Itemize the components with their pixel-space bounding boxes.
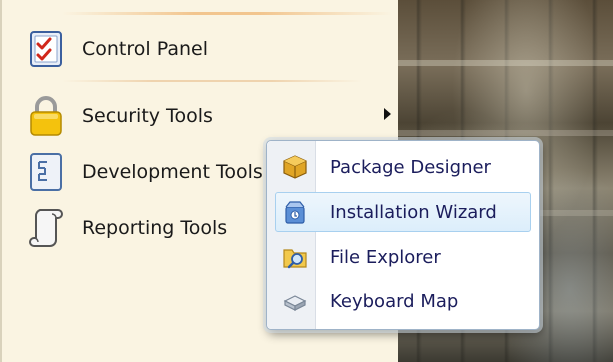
keyboard-key-icon bbox=[278, 284, 312, 318]
menu-separator bbox=[62, 80, 362, 82]
package-icon bbox=[278, 150, 312, 184]
submenu-item-label: File Explorer bbox=[330, 246, 441, 268]
padlock-icon bbox=[24, 94, 68, 138]
submenu-item-package-designer[interactable]: Package Designer bbox=[275, 147, 531, 187]
submenu-item-file-explorer[interactable]: File Explorer bbox=[275, 237, 531, 277]
menu-top-separator bbox=[62, 12, 392, 15]
folder-magnifier-icon bbox=[278, 240, 312, 274]
menu-item-control-panel[interactable]: Control Panel bbox=[24, 26, 394, 72]
menu-item-label: Control Panel bbox=[82, 38, 208, 60]
submenu-arrow-icon bbox=[384, 108, 391, 120]
security-tools-submenu: Package Designer Installation Wizard Fil… bbox=[266, 140, 540, 330]
menu-item-label: Security Tools bbox=[82, 105, 213, 127]
scroll-icon bbox=[24, 206, 68, 250]
install-box-icon bbox=[278, 195, 312, 229]
menu-item-label: Development Tools bbox=[82, 161, 263, 183]
submenu-item-label: Installation Wizard bbox=[330, 201, 497, 223]
submenu-item-keyboard-map[interactable]: Keyboard Map bbox=[275, 281, 531, 321]
desktop: Control Panel Security Tools Development… bbox=[0, 0, 613, 362]
menu-item-label: Reporting Tools bbox=[82, 217, 228, 239]
checklist-icon bbox=[24, 27, 68, 71]
submenu-item-installation-wizard[interactable]: Installation Wizard bbox=[275, 192, 531, 232]
code-document-icon bbox=[24, 150, 68, 194]
menu-item-security-tools[interactable]: Security Tools bbox=[24, 93, 394, 139]
submenu-item-label: Keyboard Map bbox=[330, 290, 459, 312]
submenu-item-label: Package Designer bbox=[330, 156, 491, 178]
